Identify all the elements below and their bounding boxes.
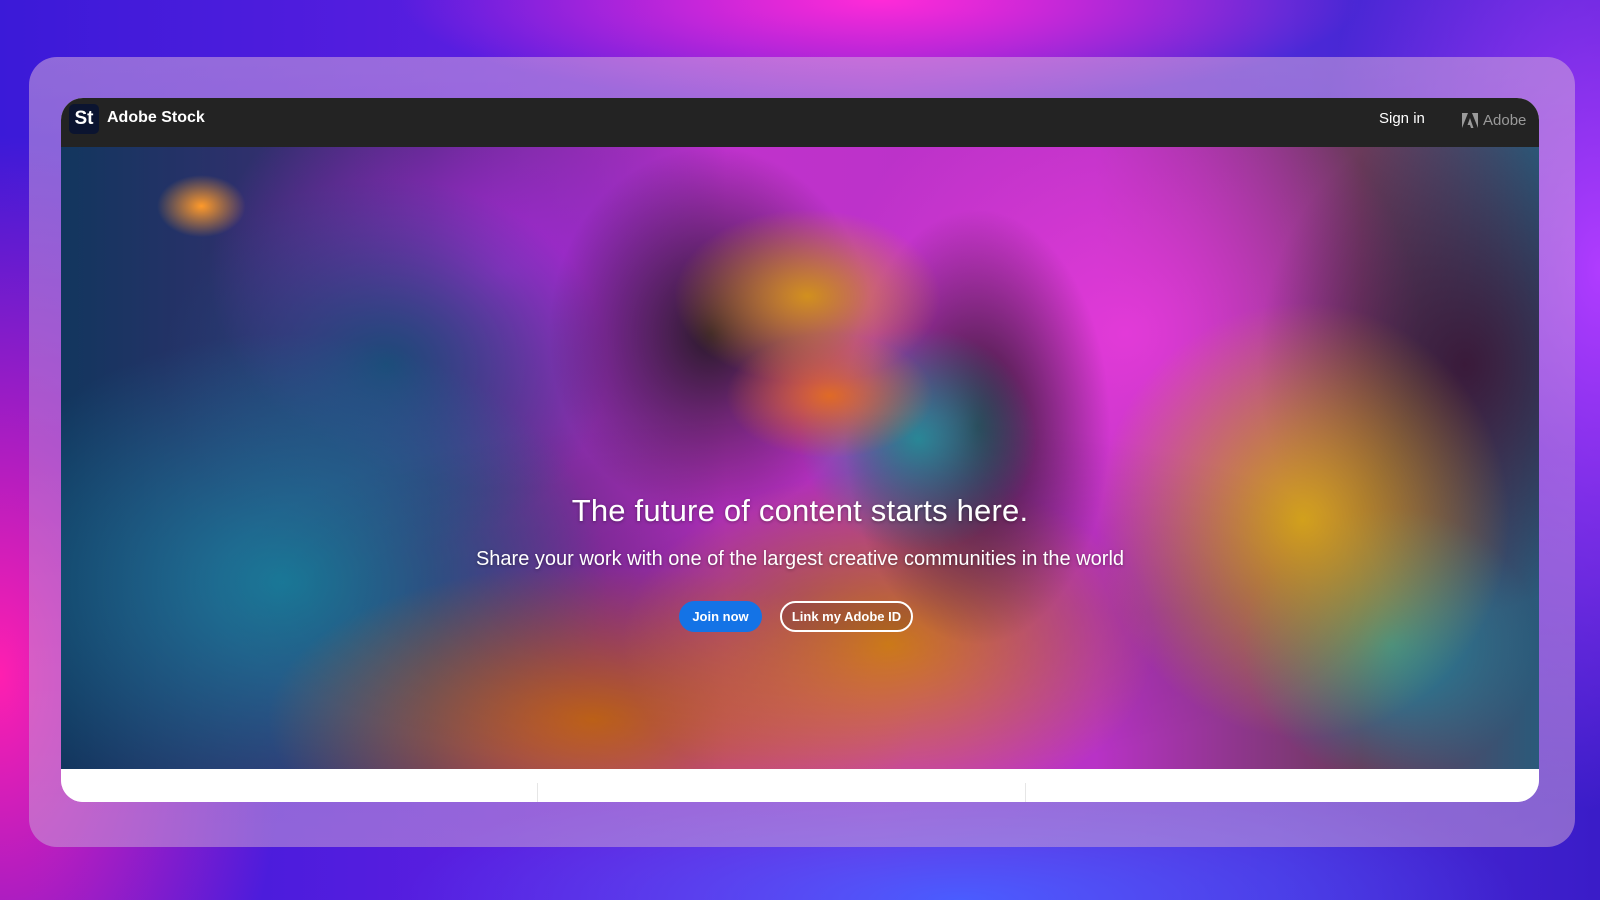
- join-now-button[interactable]: Join now: [679, 601, 762, 632]
- hero-subtitle: Share your work with one of the largest …: [475, 548, 1125, 570]
- brand-name[interactable]: Adobe Stock: [107, 109, 205, 127]
- column-divider: [1025, 783, 1026, 802]
- sign-in-link[interactable]: Sign in: [1379, 110, 1425, 127]
- column-divider: [537, 783, 538, 802]
- top-navigation-bar: St Adobe Stock Sign in Adobe: [61, 98, 1539, 147]
- hero-banner: The future of content starts here. Share…: [61, 147, 1539, 769]
- hero-image: [61, 147, 1539, 769]
- adobe-label: Adobe: [1483, 111, 1527, 129]
- hero-title: The future of content starts here.: [571, 493, 1029, 528]
- adobe-link[interactable]: Adobe: [1462, 109, 1526, 131]
- link-adobe-id-button[interactable]: Link my Adobe ID: [780, 601, 913, 632]
- adobe-stock-logo-icon[interactable]: St: [69, 104, 99, 134]
- adobe-logo-icon: [1462, 112, 1478, 128]
- content-strip: [61, 769, 1539, 802]
- browser-window: St Adobe Stock Sign in Adobe The future …: [61, 98, 1539, 802]
